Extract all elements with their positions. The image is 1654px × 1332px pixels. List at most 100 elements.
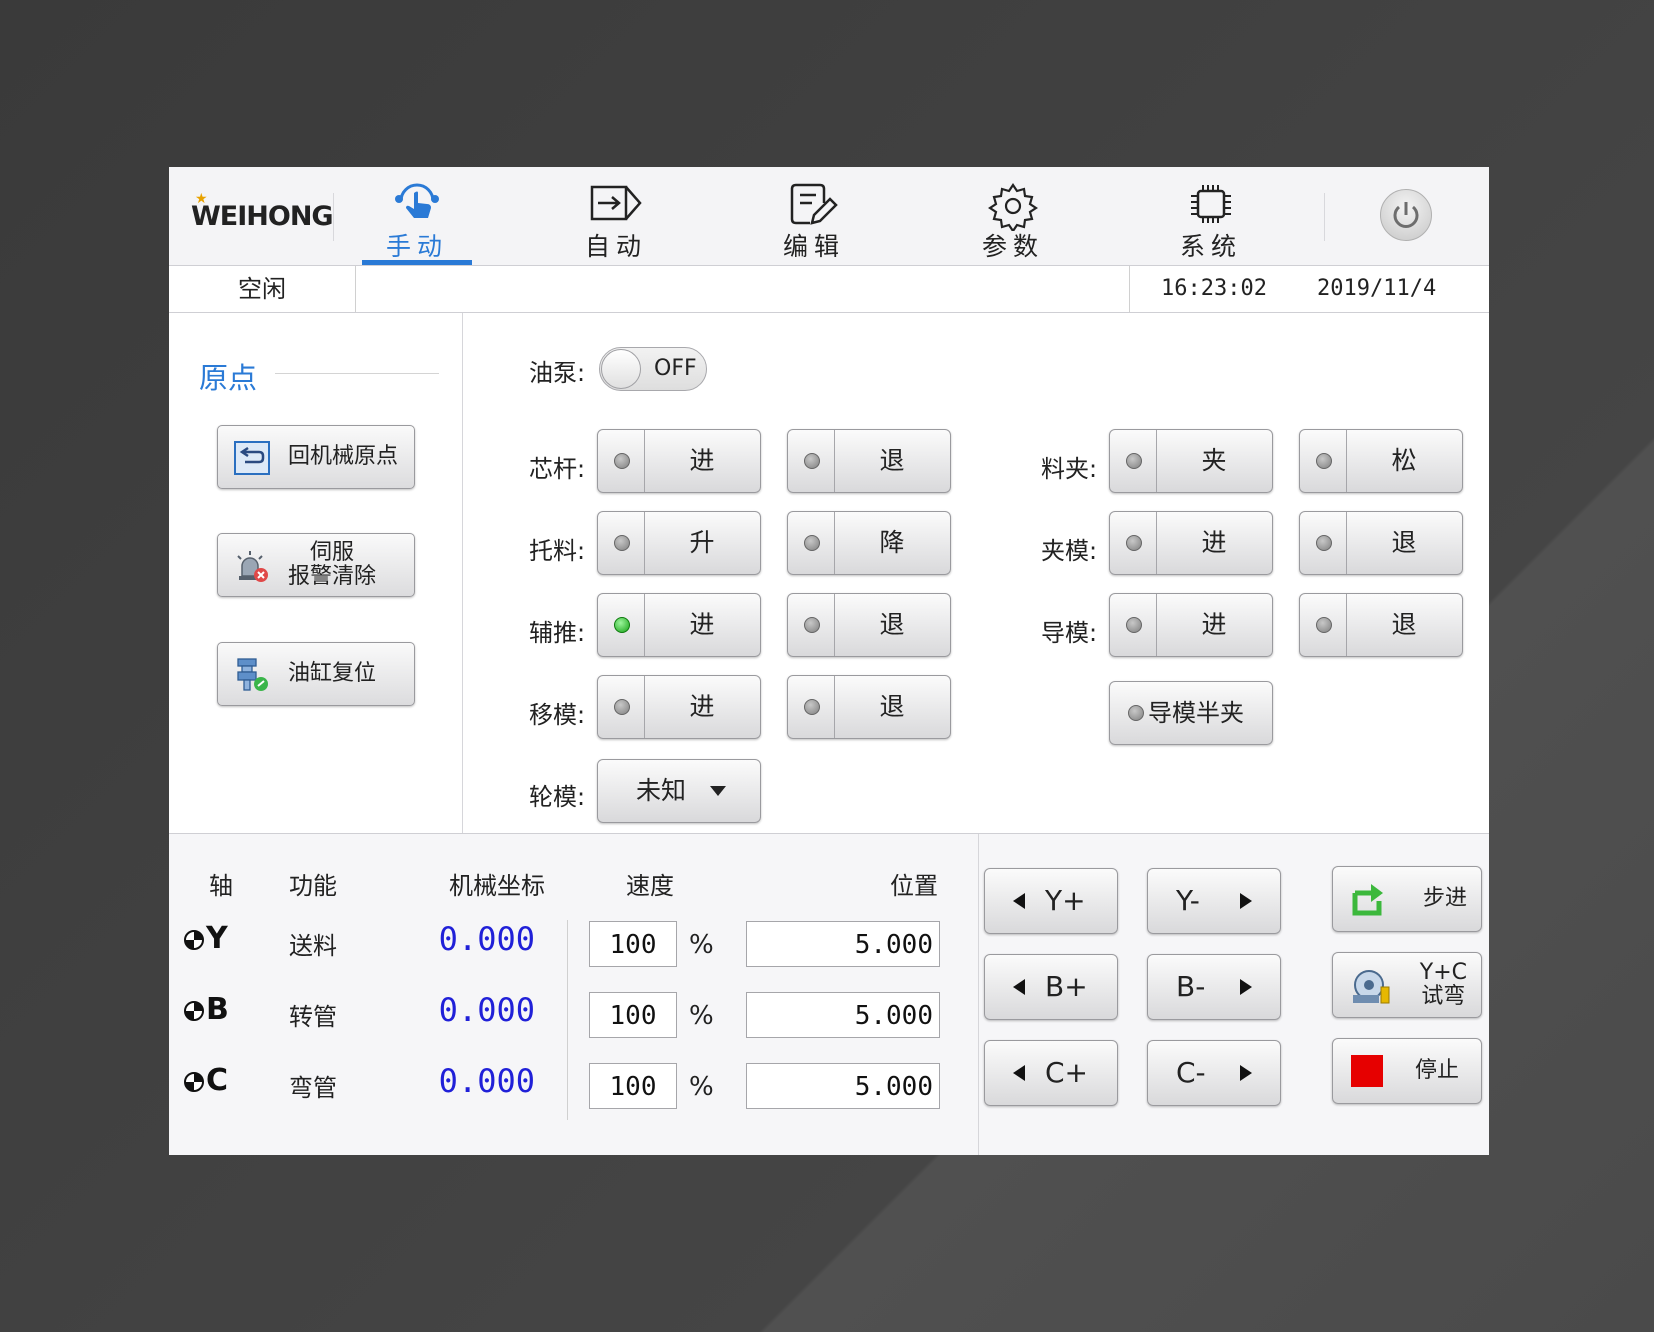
trial-bend-label: Y+C 试弯 [1420,953,1467,1017]
guide-die-forward-button[interactable]: 进 [1109,593,1273,657]
active-tab-underline [362,260,472,265]
clamp-close-button[interactable]: 夹 [1109,429,1273,493]
jog-b-minus-button[interactable]: B- [1147,954,1281,1020]
speed-c-input[interactable]: 100 [589,1063,677,1109]
pct-y: % [689,930,714,960]
tab-auto-label: 自动 [541,227,691,263]
speed-y-input[interactable]: 100 [589,921,677,967]
cylinder-reset-label: 油缸复位 [288,643,376,705]
step-icon [1349,881,1389,919]
tab-params[interactable]: 参数 [938,167,1088,265]
mandrel-back-label: 退 [834,430,950,492]
header-function: 功能 [289,866,337,901]
mandrel-forward-label: 进 [644,430,760,492]
position-c-input[interactable]: 5.000 [746,1063,940,1109]
status-led [1316,617,1332,633]
clamp-die-forward-button[interactable]: 进 [1109,511,1273,575]
status-led [1126,617,1142,633]
clamp-die-back-button[interactable]: 退 [1299,511,1463,575]
clamp-open-button[interactable]: 松 [1299,429,1463,493]
position-b-input[interactable]: 5.000 [746,992,940,1038]
jog-c-minus-button[interactable]: C- [1147,1040,1281,1106]
gear-icon [988,181,1038,231]
clamp-die-forward-label: 进 [1156,512,1272,574]
move-die-label: 移模: [529,695,585,730]
assist-push-back-button[interactable]: 退 [787,593,951,657]
func-b: 转管 [289,997,337,1032]
header-axis: 轴 [209,866,233,901]
position-y-input[interactable]: 5.000 [746,921,940,967]
jog-b-minus-label: B- [1176,955,1205,1019]
left-arrow-icon [1013,1065,1025,1081]
servo-alarm-clear-label: 伺服 报警清除 [288,534,376,596]
clamp-close-label: 夹 [1156,430,1272,492]
servo-alarm-clear-button[interactable]: 伺服 报警清除 [217,533,415,597]
axis-origin-icon [183,929,205,951]
move-die-forward-button[interactable]: 进 [597,675,761,739]
wheel-die-value: 未知 [636,760,686,822]
coord-c: 0.000 [419,1062,535,1100]
oil-pump-label: 油泵: [529,353,585,388]
header-position: 位置 [890,866,938,901]
func-y: 送料 [289,926,337,961]
func-c: 弯管 [289,1068,337,1103]
jog-y-plus-button[interactable]: Y+ [984,868,1118,934]
tab-edit-label: 编辑 [739,227,889,263]
jog-b-plus-button[interactable]: B+ [984,954,1118,1020]
status-led [614,699,630,715]
clock-time: 16:23:02 [1161,266,1267,312]
status-led [1126,453,1142,469]
power-button[interactable] [1380,189,1432,241]
status-led [804,535,820,551]
support-up-button[interactable]: 升 [597,511,761,575]
tab-system[interactable]: 系统 [1136,167,1286,265]
jog-c-plus-label: C+ [1045,1041,1088,1105]
mandrel-label: 芯杆: [529,449,585,484]
assist-push-forward-button[interactable]: 进 [597,593,761,657]
left-arrow-icon [1013,979,1025,995]
oil-pump-toggle[interactable]: OFF [599,347,707,391]
stop-button[interactable]: 停止 [1332,1038,1482,1104]
clamp-die-back-label: 退 [1346,512,1462,574]
guide-die-half-clamp-button[interactable]: 导模半夹 [1109,681,1273,745]
trial-bend-button[interactable]: Y+C 试弯 [1332,952,1482,1018]
tab-manual[interactable]: 手动 [342,167,492,265]
clamp-die-label: 夹模: [1041,531,1097,566]
stop-icon [1351,1055,1383,1087]
tab-params-label: 参数 [938,227,1088,263]
cylinder-reset-button[interactable]: 油缸复位 [217,642,415,706]
return-origin-button[interactable]: 回机械原点 [217,425,415,489]
edit-document-icon [788,181,840,229]
toggle-knob [601,349,641,389]
guide-die-forward-label: 进 [1156,594,1272,656]
jog-y-minus-button[interactable]: Y- [1147,868,1281,934]
status-led [1126,535,1142,551]
status-bar: 空闲 16:23:02 2019/11/4 [169,266,1489,313]
mandrel-back-button[interactable]: 退 [787,429,951,493]
coord-b: 0.000 [419,991,535,1029]
guide-die-back-label: 退 [1346,594,1462,656]
support-down-button[interactable]: 降 [787,511,951,575]
step-button[interactable]: 步进 [1332,866,1482,932]
axis-origin-icon [183,1000,205,1022]
pct-c: % [689,1072,714,1102]
jog-y-plus-label: Y+ [1045,869,1086,933]
tab-system-label: 系统 [1136,227,1286,263]
guide-die-back-button[interactable]: 退 [1299,593,1463,657]
speed-b-input[interactable]: 100 [589,992,677,1038]
jog-c-plus-button[interactable]: C+ [984,1040,1118,1106]
tab-auto[interactable]: 自动 [541,167,691,265]
jog-y-minus-label: Y- [1176,869,1200,933]
move-die-back-button[interactable]: 退 [787,675,951,739]
tab-manual-label: 手动 [342,227,492,263]
mandrel-forward-button[interactable]: 进 [597,429,761,493]
right-arrow-icon [1240,1065,1252,1081]
alarm-clear-icon [234,548,270,584]
status-led [1128,705,1144,721]
tab-edit[interactable]: 编辑 [739,167,889,265]
wheel-die-dropdown[interactable]: 未知 [597,759,761,823]
status-led [804,453,820,469]
assist-push-back-label: 退 [834,594,950,656]
servo-alarm-clear-line2: 报警清除 [288,565,376,589]
jog-b-plus-label: B+ [1045,955,1088,1019]
